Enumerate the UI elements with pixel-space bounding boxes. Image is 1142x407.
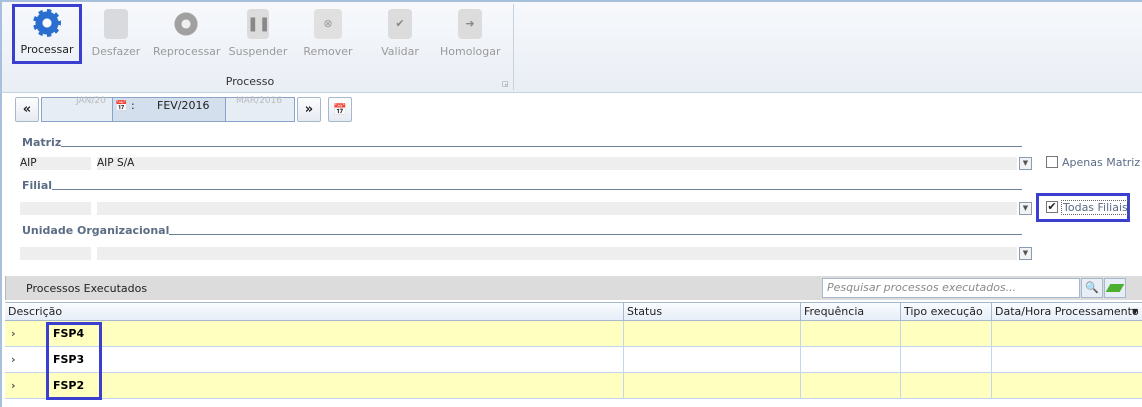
eraser-icon <box>1105 284 1125 292</box>
next-period-button[interactable]: » <box>297 97 321 122</box>
reprocessar-label: Reprocessar <box>153 45 221 58</box>
unidade-name-field[interactable] <box>97 247 1017 260</box>
column-data-hora-label: Data/Hora Processamento <box>995 305 1139 318</box>
suspender-button[interactable]: ❚❚ Suspender <box>228 5 288 63</box>
clipboard-check-icon: ✔ <box>388 9 412 39</box>
expand-icon[interactable]: › <box>11 327 16 340</box>
current-period[interactable]: 📅 : FEV/2016 <box>112 98 226 121</box>
homologar-button[interactable]: ➜ Homologar <box>440 5 500 63</box>
current-period-label: FEV/2016 <box>157 99 210 112</box>
window-border <box>0 93 2 407</box>
processar-label: Processar <box>20 43 74 56</box>
homologar-label: Homologar <box>440 45 501 58</box>
column-frequencia[interactable]: Frequência <box>801 303 901 321</box>
matriz-heading: Matriz <box>22 136 62 149</box>
column-data-hora[interactable]: Data/Hora Processamento ▼ <box>992 303 1142 321</box>
expand-icon[interactable]: › <box>11 353 16 366</box>
processes-title: Processos Executados <box>26 282 148 295</box>
filial-name-field[interactable] <box>97 202 1017 215</box>
dialog-launcher-icon[interactable]: ◲ <box>502 80 509 88</box>
calendar-icon: 📅 <box>333 103 347 116</box>
period-strip[interactable]: JAN/20 📅 : FEV/2016 MAR/2016 <box>41 96 295 122</box>
ribbon-group-label: Processo <box>225 75 275 88</box>
table-row[interactable]: › FSP2 <box>5 373 1142 399</box>
unidade-heading: Unidade Organizacional <box>22 224 170 237</box>
gear-icon <box>33 9 61 37</box>
calendar-icon: 📅 <box>115 101 128 112</box>
undo-icon <box>104 9 128 39</box>
unidade-dropdown-button[interactable]: ▼ <box>1019 247 1032 260</box>
search-button[interactable]: 🔍 <box>1081 278 1103 298</box>
ribbon-group-separator <box>513 4 514 90</box>
reprocessar-button[interactable]: Reprocessar <box>153 5 221 63</box>
filial-section: Filial <box>22 179 1022 192</box>
column-descricao[interactable]: Descrição <box>5 303 624 321</box>
pause-icon: ❚❚ <box>247 9 270 39</box>
todas-filiais-label[interactable]: Todas Filiais <box>1061 200 1130 215</box>
column-status[interactable]: Status <box>624 303 801 321</box>
todas-filiais-checkbox[interactable]: ✔ <box>1046 201 1058 213</box>
validar-button[interactable]: ✔ Validar <box>370 5 430 63</box>
unidade-code-field[interactable] <box>20 247 91 260</box>
matriz-name-field[interactable]: AIP S/A <box>97 157 1017 170</box>
previous-period-button[interactable]: « <box>15 97 39 122</box>
table-header: Descrição Status Frequência Tipo execuçã… <box>5 302 1142 321</box>
next-period[interactable]: MAR/2016 <box>236 96 282 106</box>
gears-icon <box>171 9 201 39</box>
prev-period[interactable]: JAN/20 <box>76 96 106 106</box>
column-tipo-execucao[interactable]: Tipo execução <box>901 303 992 321</box>
table-row[interactable]: › FSP3 <box>5 347 1142 373</box>
clear-search-button[interactable] <box>1104 278 1126 298</box>
search-processes-input[interactable]: Pesquisar processos executados... <box>822 278 1080 298</box>
matriz-dropdown-button[interactable]: ▼ <box>1019 157 1032 170</box>
remover-label: Remover <box>303 45 353 58</box>
column-menu-icon[interactable]: ▼ <box>1132 303 1138 320</box>
expand-icon[interactable]: › <box>11 379 16 392</box>
clipboard-arrow-icon: ➜ <box>458 9 482 39</box>
ribbon-border <box>0 0 1142 2</box>
suspender-label: Suspender <box>228 45 288 58</box>
filial-code-field[interactable] <box>20 202 91 215</box>
apenas-matriz-checkbox[interactable] <box>1046 156 1058 168</box>
descricao-highlight <box>46 322 102 400</box>
table-row[interactable]: › FSP4 <box>5 321 1142 347</box>
period-separator: : <box>131 99 135 112</box>
validar-label: Validar <box>381 45 419 58</box>
matriz-code-field[interactable]: AIP <box>20 157 91 170</box>
desfazer-button[interactable]: Desfazer <box>86 5 146 63</box>
filial-heading: Filial <box>22 179 53 192</box>
remover-button[interactable]: ⊗ Remover <box>300 5 356 63</box>
desfazer-label: Desfazer <box>91 45 141 58</box>
remove-icon: ⊗ <box>314 9 342 39</box>
apenas-matriz-label[interactable]: Apenas Matriz <box>1062 156 1140 169</box>
calendar-button[interactable]: 📅 <box>328 97 352 122</box>
filial-dropdown-button[interactable]: ▼ <box>1019 202 1032 215</box>
unidade-section: Unidade Organizacional <box>22 224 1022 237</box>
search-icon: 🔍 <box>1085 281 1099 294</box>
matriz-section: Matriz <box>22 136 1022 149</box>
processar-button[interactable]: Processar <box>12 4 82 64</box>
